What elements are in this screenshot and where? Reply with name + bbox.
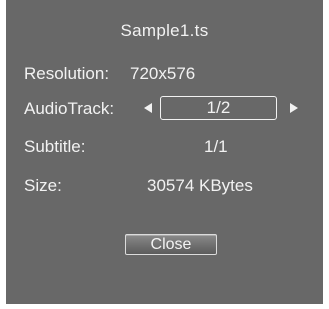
audio-track-selector[interactable]: 1/2 xyxy=(160,96,277,120)
close-button[interactable]: Close xyxy=(125,234,217,255)
file-info-dialog: Sample1.ts Resolution: 720x576 AudioTrac… xyxy=(6,0,323,304)
resolution-value: 720x576 xyxy=(130,64,196,83)
size-label: Size: xyxy=(24,176,62,195)
audio-track-next-icon[interactable] xyxy=(290,103,298,113)
audio-track-label: AudioTrack: xyxy=(24,99,115,118)
audio-track-value: 1/2 xyxy=(206,98,231,117)
subtitle-label: Subtitle: xyxy=(24,137,86,156)
subtitle-value: 1/1 xyxy=(204,137,228,156)
audio-track-prev-icon[interactable] xyxy=(144,103,152,113)
dialog-title: Sample1.ts xyxy=(120,21,209,40)
resolution-label: Resolution: xyxy=(24,64,110,83)
size-value: 30574 KBytes xyxy=(147,176,253,195)
